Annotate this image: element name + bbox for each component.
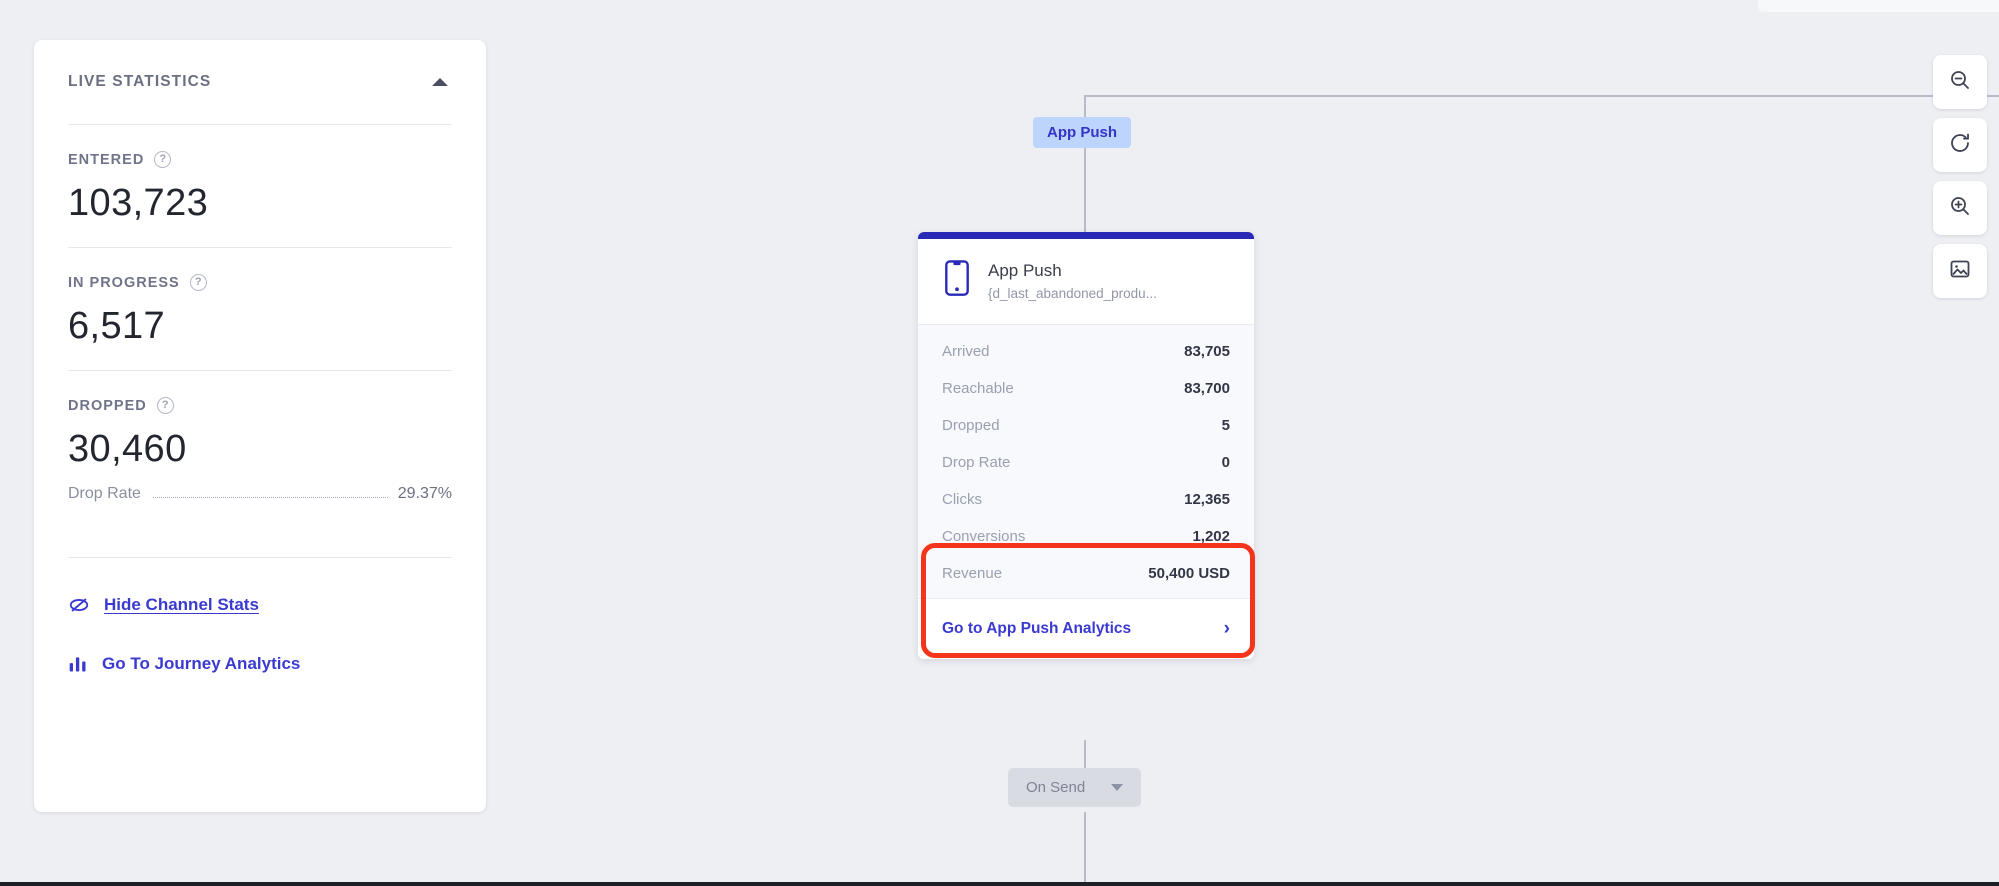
stat-row: Revenue 50,400 USD <box>918 555 1254 592</box>
stat-key: Drop Rate <box>942 454 1010 471</box>
hide-channel-stats-link[interactable]: Hide Channel Stats <box>68 594 452 616</box>
caret-down-icon <box>1111 784 1123 791</box>
hide-channel-stats-label: Hide Channel Stats <box>104 595 259 615</box>
go-to-journey-analytics-link[interactable]: Go To Journey Analytics <box>68 654 452 674</box>
reset-view-button[interactable] <box>1933 118 1987 172</box>
stat-row: Drop Rate 0 <box>918 444 1254 481</box>
stat-value: 83,700 <box>1184 380 1230 397</box>
go-to-app-push-analytics-link[interactable]: Go to App Push Analytics › <box>918 598 1254 659</box>
zoom-out-button[interactable] <box>1933 55 1987 109</box>
metric-label: DROPPED <box>68 398 147 414</box>
journey-canvas-screen: LIVE STATISTICS ENTERED ? 103,723 IN PRO… <box>0 0 1999 886</box>
stat-row: Conversions 1,202 <box>918 518 1254 555</box>
page-title: LIVE STATISTICS <box>68 73 211 91</box>
zoom-out-icon <box>1948 68 1972 97</box>
drop-rate-row: Drop Rate 29.37% <box>68 485 452 503</box>
node-title: App Push <box>988 261 1157 281</box>
dotted-leader <box>153 497 388 498</box>
connector-vertical-bottom <box>1084 812 1086 886</box>
metric-label: IN PROGRESS <box>68 275 180 291</box>
go-to-app-push-analytics-label: Go to App Push Analytics <box>942 620 1131 638</box>
live-statistics-panel: LIVE STATISTICS ENTERED ? 103,723 IN PRO… <box>34 40 486 812</box>
mobile-phone-icon <box>942 259 972 302</box>
stat-key: Revenue <box>942 565 1002 582</box>
stat-row: Reachable 83,700 <box>918 370 1254 407</box>
drop-rate-label: Drop Rate <box>68 485 141 503</box>
caret-up-icon[interactable] <box>432 78 448 86</box>
zoom-in-icon <box>1948 194 1972 223</box>
reset-view-icon <box>1948 131 1972 160</box>
help-circle-icon[interactable]: ? <box>157 397 174 414</box>
stat-value: 83,705 <box>1184 343 1230 360</box>
fit-to-screen-icon <box>1948 257 1972 286</box>
connector-vertical-mid <box>1084 740 1086 770</box>
connector-horizontal-top <box>1084 95 1999 97</box>
stat-value: 50,400 USD <box>1148 565 1230 582</box>
app-push-node-card[interactable]: App Push {d_last_abandoned_produ... Arri… <box>918 232 1254 659</box>
canvas-toolbar <box>1933 55 1987 298</box>
node-pill-label[interactable]: App Push <box>1033 117 1131 148</box>
metric-value: 103,723 <box>68 182 452 225</box>
on-send-label: On Send <box>1026 779 1085 796</box>
stat-key: Arrived <box>942 343 990 360</box>
node-subtitle: {d_last_abandoned_produ... <box>988 286 1157 301</box>
window-bottom-edge <box>0 882 1999 886</box>
metric-entered: ENTERED ? 103,723 <box>68 125 452 247</box>
stat-row: Clicks 12,365 <box>918 481 1254 518</box>
on-send-dropdown[interactable]: On Send <box>1008 768 1141 807</box>
bar-chart-icon <box>68 654 88 674</box>
metric-value: 6,517 <box>68 305 452 348</box>
stat-key: Clicks <box>942 491 982 508</box>
node-header: App Push {d_last_abandoned_produ... <box>918 239 1254 325</box>
metric-in-progress: IN PROGRESS ? 6,517 <box>68 248 452 370</box>
stat-row: Dropped 5 <box>918 407 1254 444</box>
node-header-text: App Push {d_last_abandoned_produ... <box>988 261 1157 301</box>
live-statistics-header[interactable]: LIVE STATISTICS <box>68 40 452 124</box>
metric-dropped: DROPPED ? 30,460 Drop Rate 29.37% <box>68 371 452 515</box>
chevron-right-icon: › <box>1224 619 1230 638</box>
top-panel-stub <box>1758 0 1999 12</box>
panel-links: Hide Channel Stats Go To Journey Analyti… <box>68 558 452 674</box>
help-circle-icon[interactable]: ? <box>154 151 171 168</box>
stat-value: 5 <box>1222 417 1230 434</box>
node-accent-bar <box>918 232 1254 239</box>
stat-key: Dropped <box>942 417 1000 434</box>
zoom-in-button[interactable] <box>1933 181 1987 235</box>
stat-key: Reachable <box>942 380 1014 397</box>
stat-key: Conversions <box>942 528 1025 545</box>
connector-vertical-top <box>1084 95 1086 232</box>
stat-value: 12,365 <box>1184 491 1230 508</box>
eye-off-icon <box>68 594 90 616</box>
drop-rate-value: 29.37% <box>398 485 452 503</box>
stat-value: 1,202 <box>1192 528 1230 545</box>
fit-to-screen-button[interactable] <box>1933 244 1987 298</box>
stat-value: 0 <box>1222 454 1230 471</box>
metric-label: ENTERED <box>68 152 144 168</box>
help-circle-icon[interactable]: ? <box>190 274 207 291</box>
stat-row: Arrived 83,705 <box>918 333 1254 370</box>
metric-value: 30,460 <box>68 428 452 471</box>
node-stats-list: Arrived 83,705 Reachable 83,700 Dropped … <box>918 325 1254 598</box>
go-to-journey-analytics-label: Go To Journey Analytics <box>102 654 300 674</box>
